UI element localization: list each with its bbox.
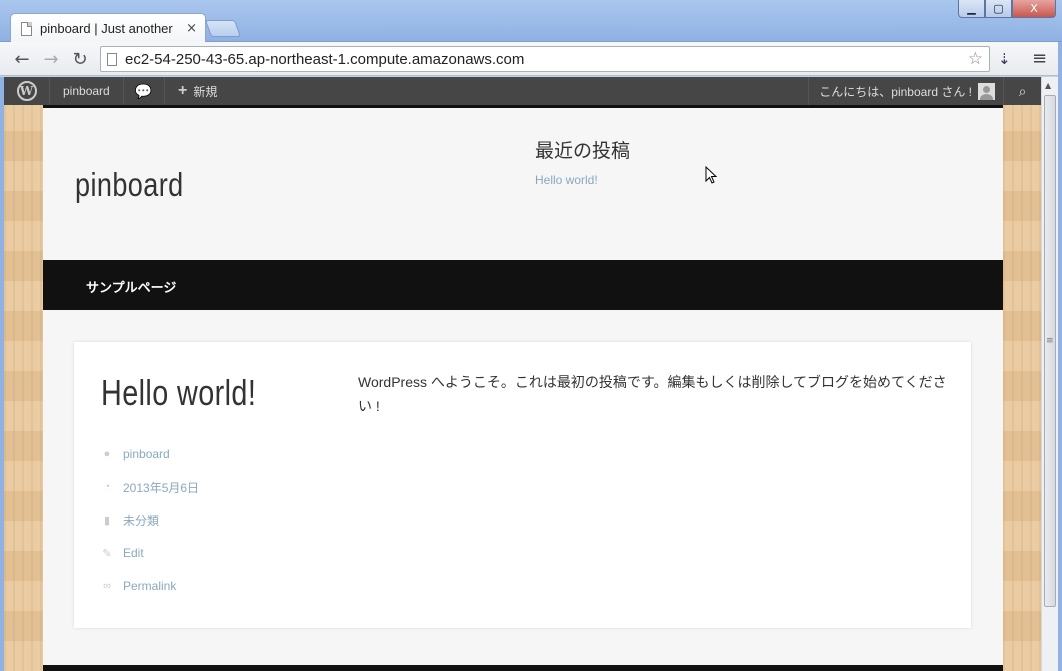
mouse-cursor-icon xyxy=(705,165,718,184)
post-meta-category[interactable]: ▮ 未分類 xyxy=(100,512,159,528)
page-viewport: W pinboard 💬 + 新規 こんにちは、pinboard さん ! ⌕ … xyxy=(4,77,1041,671)
maximize-button[interactable]: ▢ xyxy=(985,0,1012,18)
site-navigation: サンプルページ xyxy=(43,260,1003,310)
close-tab-icon[interactable]: × xyxy=(186,21,197,36)
comments-icon[interactable]: 💬 xyxy=(123,77,165,105)
forward-icon[interactable]: → xyxy=(39,47,63,71)
pencil-icon: ✎ xyxy=(102,547,112,560)
minimize-button[interactable]: ▁ xyxy=(958,0,985,18)
wp-admin-bar: W pinboard 💬 + 新規 こんにちは、pinboard さん ! ⌕ xyxy=(4,77,1041,105)
post-meta-permalink[interactable]: ∞ Permalink xyxy=(100,578,176,594)
wordpress-logo-icon: W xyxy=(16,81,37,101)
back-icon[interactable]: ← xyxy=(10,47,34,71)
site-footer-bar xyxy=(43,665,1003,671)
new-tab-button[interactable] xyxy=(204,20,242,37)
wp-logo-menu[interactable]: W xyxy=(4,77,50,105)
tab-title: pinboard | Just another xyxy=(40,21,173,36)
browser-menu-icon[interactable]: ≡ xyxy=(1032,48,1047,69)
vertical-scrollbar[interactable]: ▲ xyxy=(1041,77,1058,671)
window-frame-right xyxy=(1058,42,1062,671)
address-bar[interactable]: ec2-54-250-43-65.ap-northeast-1.compute.… xyxy=(100,46,990,72)
adminbar-new-label: 新規 xyxy=(193,84,218,99)
site-container: pinboard 最近の投稿 Hello world! サンプルページ Hell… xyxy=(43,105,1003,671)
reload-icon[interactable]: ↻ xyxy=(68,47,92,71)
window-controls: ▁ ▢ X xyxy=(958,0,1056,18)
post-date[interactable]: 2013年5月6日 xyxy=(123,479,199,496)
search-icon[interactable]: ⌕ xyxy=(1003,77,1041,105)
browser-tab-active[interactable]: pinboard | Just another × xyxy=(10,13,206,43)
browser-toolbar: ← → ↻ ec2-54-250-43-65.ap-northeast-1.co… xyxy=(0,42,1062,76)
post-category[interactable]: 未分類 xyxy=(123,512,159,529)
url-text[interactable]: ec2-54-250-43-65.ap-northeast-1.compute.… xyxy=(125,51,968,68)
recent-post-link[interactable]: Hello world! xyxy=(535,173,598,187)
post-edit-link[interactable]: Edit xyxy=(123,546,144,560)
post-article: Hello world! ● pinboard ◔ 2013年5月6日 ▮ 未分… xyxy=(74,342,971,628)
page-icon xyxy=(21,21,32,36)
adminbar-new-content[interactable]: + 新規 xyxy=(166,77,229,105)
adminbar-site-name[interactable]: pinboard xyxy=(50,77,124,105)
avatar xyxy=(978,82,995,100)
post-content: WordPress へようこそ。これは最初の投稿です。編集もしくは削除してブログ… xyxy=(358,374,947,414)
adminbar-my-account[interactable]: こんにちは、pinboard さん ! xyxy=(808,77,1003,105)
post-title[interactable]: Hello world! xyxy=(101,372,256,414)
bookmark-star-icon[interactable]: ☆ xyxy=(968,49,983,69)
adminbar-greeting: こんにちは、pinboard さん ! xyxy=(819,84,972,99)
close-window-button[interactable]: X xyxy=(1012,0,1056,18)
page-icon xyxy=(107,52,117,66)
site-title[interactable]: pinboard xyxy=(75,166,184,204)
user-icon: ● xyxy=(103,448,111,460)
post-meta-date[interactable]: ◔ 2013年5月6日 xyxy=(100,479,199,495)
post-meta-author[interactable]: ● pinboard xyxy=(100,446,170,462)
scrollbar-thumb[interactable] xyxy=(1044,95,1056,607)
extension-download-icon[interactable]: ⇣ xyxy=(998,50,1011,68)
plus-icon: + xyxy=(178,82,188,99)
link-icon: ∞ xyxy=(103,580,111,592)
window-titlebar: pinboard | Just another × ▁ ▢ X xyxy=(0,0,1062,43)
scroll-up-icon[interactable]: ▲ xyxy=(1045,81,1051,90)
post-author[interactable]: pinboard xyxy=(123,447,170,461)
clock-icon: ◔ xyxy=(103,481,111,493)
post-meta-edit[interactable]: ✎ Edit xyxy=(100,545,144,561)
recent-posts-widget-title: 最近の投稿 xyxy=(535,141,631,162)
post-permalink[interactable]: Permalink xyxy=(123,579,176,593)
nav-item-sample-page[interactable]: サンプルページ xyxy=(86,277,176,296)
bookmark-icon: ▮ xyxy=(103,514,111,527)
